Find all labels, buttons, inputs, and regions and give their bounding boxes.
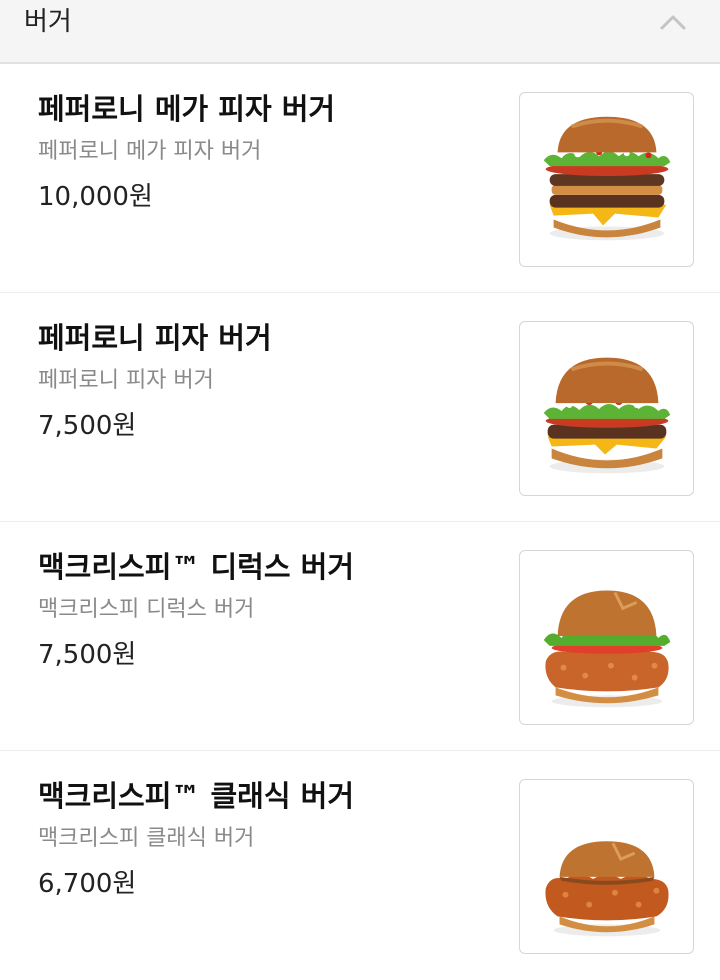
- crispy-chicken-classic-burger-image: [519, 779, 694, 954]
- pepperoni-burger-image: [519, 321, 694, 496]
- crispy-chicken-deluxe-burger-image: [519, 550, 694, 725]
- category-header[interactable]: 버거: [0, 0, 720, 64]
- menu-item-price: 7,500원: [38, 411, 137, 441]
- menu-item[interactable]: 페퍼로니 메가 피자 버거 페퍼로니 메가 피자 버거 10,000원: [0, 65, 720, 293]
- menu-item-description: 맥크리스피 클래식 버거: [38, 826, 255, 851]
- chevron-up-icon[interactable]: [652, 2, 694, 42]
- category-title: 버거: [24, 7, 72, 37]
- menu-item[interactable]: 맥크리스피™ 클래식 버거 맥크리스피 클래식 버거 6,700원: [0, 752, 720, 980]
- menu-item-price: 6,700원: [38, 869, 137, 899]
- menu-item-description: 페퍼로니 메가 피자 버거: [38, 139, 262, 164]
- menu-item[interactable]: 맥크리스피™ 디럭스 버거 맥크리스피 디럭스 버거 7,500원: [0, 523, 720, 751]
- menu-item-price: 7,500원: [38, 640, 137, 670]
- menu-item-price: 10,000원: [38, 182, 153, 212]
- menu-item-description: 맥크리스피 디럭스 버거: [38, 597, 255, 622]
- menu-item-description: 페퍼로니 피자 버거: [38, 368, 214, 393]
- menu-item-name: 페퍼로니 메가 피자 버거: [38, 92, 336, 126]
- menu-item-name: 맥크리스피™ 디럭스 버거: [38, 550, 354, 584]
- menu-item-name: 맥크리스피™ 클래식 버거: [38, 779, 354, 813]
- menu-item-name: 페퍼로니 피자 버거: [38, 321, 272, 355]
- double-pepperoni-burger-image: [519, 92, 694, 267]
- menu-item[interactable]: 페퍼로니 피자 버거 페퍼로니 피자 버거 7,500원: [0, 294, 720, 522]
